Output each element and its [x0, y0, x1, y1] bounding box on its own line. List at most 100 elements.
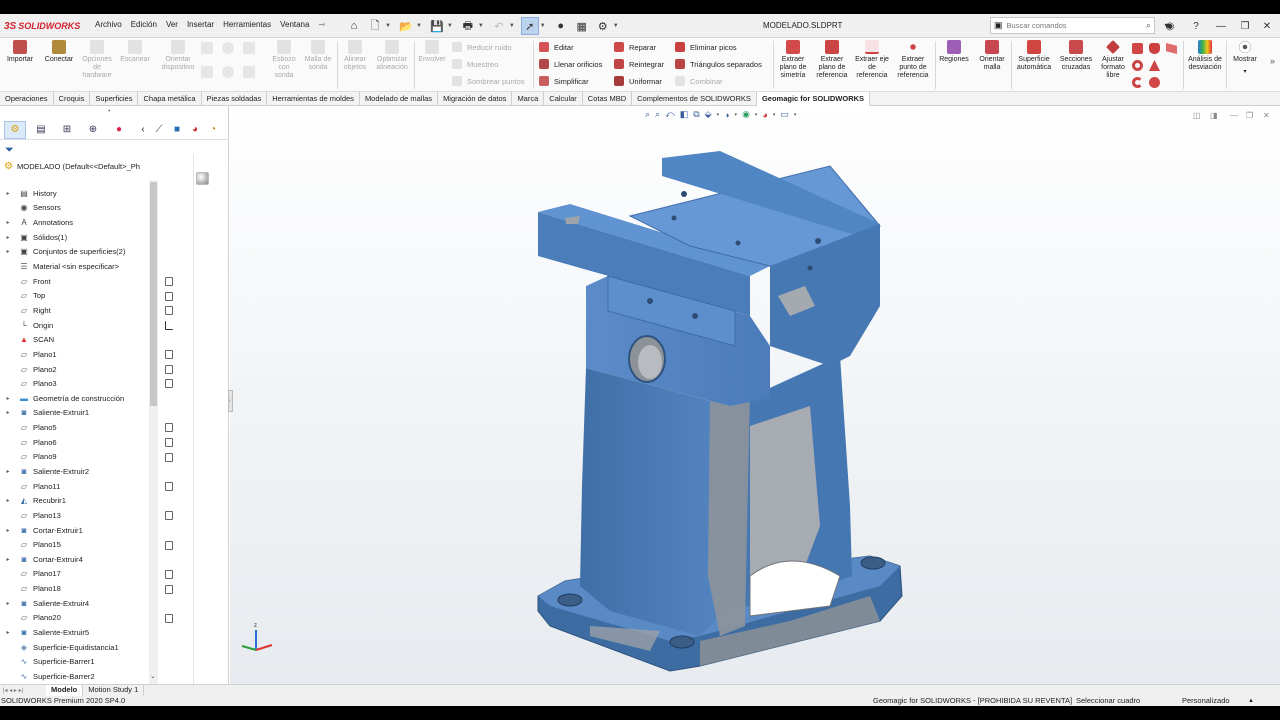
close-icon[interactable]: ✕ [1258, 18, 1276, 34]
tree-item[interactable]: ▲ SCAN [0, 332, 150, 347]
plane-visibility-icon[interactable] [165, 613, 173, 623]
tree-item[interactable]: ▱ Plano18 [0, 581, 150, 596]
box-icon[interactable] [1132, 43, 1143, 54]
tree-item[interactable]: ▱ Plano15 [0, 537, 150, 552]
chevron-down-icon[interactable]: ▼ [509, 23, 515, 29]
tree-item[interactable]: ▱ Right [0, 303, 150, 318]
tree-item[interactable]: ∿ Superficie-Barrer2 [0, 669, 150, 684]
tree-item[interactable]: └ Origin [0, 318, 150, 333]
tree-item[interactable]: ▱ Plano1 [0, 347, 150, 362]
torus-icon[interactable] [1132, 60, 1143, 71]
scene-tab-icon[interactable]: ◔ [206, 121, 220, 139]
restore-icon[interactable]: ❐ [1236, 18, 1254, 34]
tree-item[interactable]: ▸ ◙ Saliente-Extruir2 [0, 464, 150, 479]
menu-herramientas[interactable]: Herramientas [223, 20, 271, 29]
save-icon[interactable]: 💾 [428, 17, 446, 35]
show-button[interactable]: Mostrar ▾ [1229, 40, 1261, 76]
tree-item[interactable]: ▱ Plano20 [0, 611, 150, 626]
expand-arrow-icon[interactable]: ▸ [3, 234, 13, 241]
search-scope-icon[interactable]: ▣ [994, 20, 1003, 31]
plane-visibility-icon[interactable] [165, 350, 173, 360]
tree-item[interactable]: ▱ Top [0, 288, 150, 303]
plane-visibility-icon[interactable] [165, 291, 173, 301]
tab-geomagic[interactable]: Geomagic for SOLIDWORKS [756, 92, 871, 106]
tab-chapa-metalica[interactable]: Chapa metálica [138, 92, 202, 106]
menu-edicion[interactable]: Edición [131, 20, 157, 29]
chevron-left-icon[interactable]: ‹ [138, 121, 148, 139]
feature-manager-tab-icon[interactable]: ⚙ [4, 120, 26, 139]
freeform-fit-button[interactable]: Ajustar formato libre [1097, 40, 1129, 80]
plane-visibility-icon[interactable] [165, 482, 173, 491]
edit-mesh-button[interactable]: Editar [539, 41, 574, 53]
solidworks-logo[interactable]: 3S SOLIDWORKS [4, 18, 80, 34]
combine-button[interactable]: Combinar [675, 75, 723, 87]
cylinder-icon[interactable] [1149, 43, 1160, 54]
tree-item[interactable]: ▸ ◭ Recubrir1 [0, 493, 150, 508]
account-icon[interactable]: ◉ [1162, 18, 1178, 34]
tree-item[interactable]: ▱ Plano11 [0, 479, 150, 494]
plane-visibility-icon[interactable] [165, 276, 173, 286]
sphere-icon[interactable] [1149, 77, 1160, 88]
remove-spikes-button[interactable]: Eliminar picos [675, 41, 737, 53]
deviation-analysis-button[interactable]: Análisis de desviación [1186, 40, 1224, 72]
cross-sections-button[interactable]: Secciones cruzadas [1057, 40, 1095, 72]
separated-triangles-button[interactable]: Triángulos separados [675, 58, 762, 70]
plane-visibility-icon[interactable] [165, 511, 173, 521]
plane-visibility-icon[interactable] [165, 306, 173, 316]
orient-device-button[interactable]: Orientar dispositivo [157, 40, 199, 72]
tree-item[interactable]: ▸ ▬ Geometría de construcción [0, 391, 150, 406]
open-icon[interactable]: 📂 [397, 17, 415, 35]
expand-arrow-icon[interactable]: ▸ [3, 248, 13, 255]
chevron-down-icon[interactable]: ▼ [613, 23, 619, 29]
cube-tab-icon[interactable]: ■ [170, 121, 184, 139]
orient-mesh-button[interactable]: Orientar malla [974, 40, 1010, 72]
extract-reference-point-button[interactable]: Extraer punto de referencia [894, 40, 932, 80]
geomagic-tab-icon[interactable]: ⟋ [152, 121, 166, 139]
probe-mesh-button[interactable]: Malla de sonda [301, 40, 335, 72]
tree-item[interactable]: ▱ Plano9 [0, 450, 150, 465]
uniform-button[interactable]: Uniformar [614, 75, 662, 87]
tree-item[interactable]: ∿ Superficie-Barrer1 [0, 655, 150, 670]
more-commands-icon[interactable]: » [1270, 56, 1275, 66]
traffic-light-icon[interactable]: ● [552, 17, 570, 35]
scan-button[interactable]: Escanear [118, 40, 152, 64]
expand-arrow-icon[interactable]: ▸ [3, 527, 13, 534]
expand-arrow-icon[interactable]: ▸ [3, 468, 13, 475]
connect-button[interactable]: Conectar [42, 40, 76, 64]
chevron-down-icon[interactable]: ▼ [540, 23, 546, 29]
hardware-options-button[interactable]: Opciones de hardware [78, 40, 116, 80]
plane-visibility-icon[interactable] [165, 379, 173, 389]
extract-reference-plane-button[interactable]: Extraer plano de referencia [813, 40, 851, 80]
surface-patch-icon[interactable] [1166, 43, 1177, 54]
auto-surface-button[interactable]: Superficie automática [1013, 40, 1055, 72]
tree-item[interactable]: ▸ ◙ Cortar-Extruir1 [0, 523, 150, 538]
tree-item[interactable]: ▱ Plano2 [0, 362, 150, 377]
search-icon[interactable]: ⌕ [1146, 20, 1151, 31]
tree-item[interactable]: ◉ Sensors [0, 201, 150, 216]
tree-item[interactable]: ▸ ◙ Saliente-Extruir1 [0, 406, 150, 421]
command-search[interactable]: ▣ ⌕ [990, 17, 1155, 34]
tree-item[interactable]: ▸ ◙ Cortar-Extruir4 [0, 552, 150, 567]
chevron-down-icon[interactable]: ▼ [416, 23, 422, 29]
appearance-ball-icon[interactable] [196, 172, 209, 185]
scroll-down-icon[interactable]: ⌄ [150, 672, 156, 680]
optimize-alignment-button[interactable]: Optimizar alineación [372, 40, 412, 72]
expand-arrow-icon[interactable]: ▸ [3, 556, 13, 563]
tree-item[interactable]: ▱ Plano5 [0, 420, 150, 435]
tab-operaciones[interactable]: Operaciones [0, 92, 54, 106]
tab-modelado-de-mallas[interactable]: Modelado de mallas [360, 92, 439, 106]
filter-icon[interactable]: ⏷ [5, 144, 14, 157]
repair-button[interactable]: Reparar [614, 41, 656, 53]
select-arrow-icon[interactable]: ➚ [520, 17, 539, 35]
expand-arrow-icon[interactable]: ▸ [3, 600, 13, 607]
fill-holes-button[interactable]: Llenar orificios [539, 58, 602, 70]
tree-root[interactable]: ⚙ MODELADO (Default<<Default>_Ph [4, 159, 140, 173]
extract-symmetry-plane-button[interactable]: Extraer plano de simetría [776, 40, 810, 80]
import-button[interactable]: Importar [5, 40, 35, 64]
tab-migracion-de-datos[interactable]: Migración de datos [438, 92, 513, 106]
help-icon[interactable]: ? [1187, 18, 1205, 34]
chevron-down-icon[interactable]: ▼ [447, 23, 453, 29]
home-icon[interactable]: ⌂ [345, 17, 363, 35]
tree-item[interactable]: ▸ ◙ Saliente-Extruir4 [0, 596, 150, 611]
shade-points-button[interactable]: Sombrear puntos [452, 75, 525, 87]
